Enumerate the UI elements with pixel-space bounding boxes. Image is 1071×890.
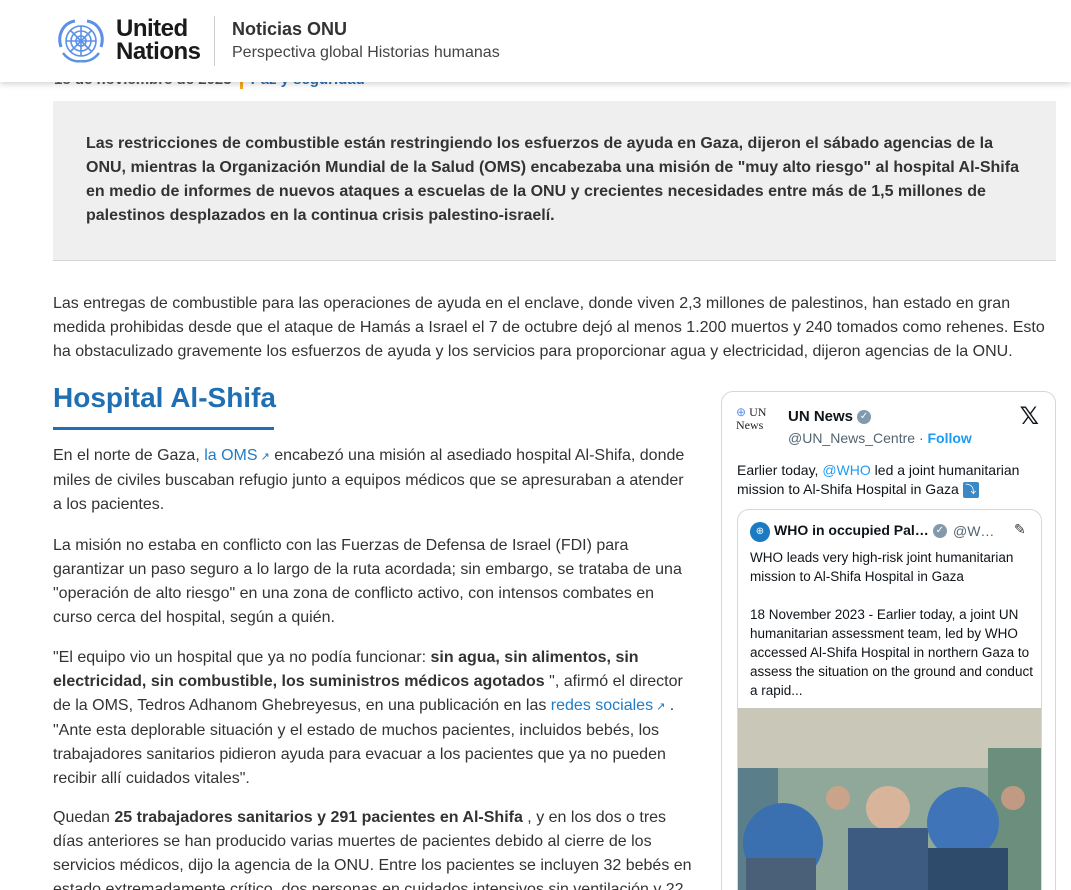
quoted-tweet-text: WHO leads very high-risk joint humanitar… <box>750 548 1035 700</box>
article-intro-paragraph: Las entregas de combustible para las ope… <box>53 295 1045 360</box>
paragraph-text: Quedan <box>53 809 115 826</box>
quoted-text-line1: WHO leads very high-risk joint humanitar… <box>750 550 1014 584</box>
tweet-avatar[interactable]: ⊕ UN News <box>736 406 776 446</box>
external-link-icon: ↗ <box>260 451 270 463</box>
tweet-text-part: Earlier today, <box>737 462 823 478</box>
quoted-name: WHO in occupied Pal… <box>774 522 929 538</box>
handle-separator: · <box>918 430 924 446</box>
author-name: UN News <box>788 408 854 425</box>
arrow-down-emoji-icon: ⤵ <box>962 482 979 499</box>
paragraph-text: En el norte de Gaza, <box>53 447 205 464</box>
article-summary-box: Las restricciones de combustible están r… <box>53 101 1056 261</box>
verified-badge-icon: ✓ <box>932 524 947 539</box>
article-paragraph: En el norte de Gaza, la OMS ↗ encabezó un… <box>53 444 693 517</box>
un-emblem-icon[interactable] <box>53 17 109 65</box>
who-avatar-icon: ⊕ <box>750 522 770 542</box>
org-wordmark[interactable]: United Nations <box>116 15 201 65</box>
paragraph-text: "El equipo vio un hospital que ya no pod… <box>53 649 431 666</box>
site-tagline: Perspectiva global Historias humanas <box>232 44 500 61</box>
external-link-icon: ↗ <box>656 701 666 713</box>
quoted-author-name: WHO in occupied Pal… ✓ <box>774 522 947 539</box>
site-header: United Nations Noticias ONU Perspectiva … <box>0 0 1071 82</box>
quoted-tweet[interactable]: ⊕ WHO in occupied Pal… ✓ @W… ✎ WHO leads … <box>737 509 1042 890</box>
who-link[interactable]: la OMS <box>204 447 257 464</box>
org-line1: United <box>116 15 188 42</box>
paragraph-bold-text: 25 trabajadores sanitarios y 291 pacient… <box>114 809 523 826</box>
section-heading: Hospital Al-Shifa <box>53 382 276 413</box>
tweet-author-name[interactable]: UN News ✓ <box>788 408 872 425</box>
tweet-text: Earlier today, @WHO led a joint humanita… <box>737 461 1047 499</box>
header-divider <box>214 16 215 66</box>
edit-pencil-icon: ✎ <box>1014 521 1026 537</box>
social-media-link[interactable]: redes sociales <box>551 697 653 714</box>
x-logo-icon[interactable]: 𝕏 <box>1020 402 1039 431</box>
embedded-tweet[interactable]: ⊕ UN News UN News ✓ @UN_News_Centre · Fol… <box>721 391 1056 890</box>
heading-underline <box>53 427 274 430</box>
article-summary: Las restricciones de combustible están r… <box>86 135 1019 224</box>
article-paragraph: La misión no estaba en conflicto con las… <box>53 537 682 626</box>
article-paragraph: "El equipo vio un hospital que ya no pod… <box>53 646 693 791</box>
tweet-author-handle: @UN_News_Centre · Follow <box>788 430 972 446</box>
article-paragraph: Quedan 25 trabajadores sanitarios y 291 … <box>53 806 693 890</box>
hospital-photo[interactable] <box>738 708 1042 890</box>
who-mention-link[interactable]: @WHO <box>822 462 870 478</box>
avatar-line2: News <box>736 418 764 432</box>
quoted-author-handle: @W… <box>953 523 995 539</box>
follow-button[interactable]: Follow <box>928 430 972 446</box>
site-name[interactable]: Noticias ONU <box>232 19 347 40</box>
org-line2: Nations <box>116 38 201 65</box>
author-handle[interactable]: @UN_News_Centre <box>788 430 915 446</box>
quoted-text-line2: 18 November 2023 - Earlier today, a join… <box>750 607 1033 698</box>
verified-badge-icon: ✓ <box>857 410 872 425</box>
